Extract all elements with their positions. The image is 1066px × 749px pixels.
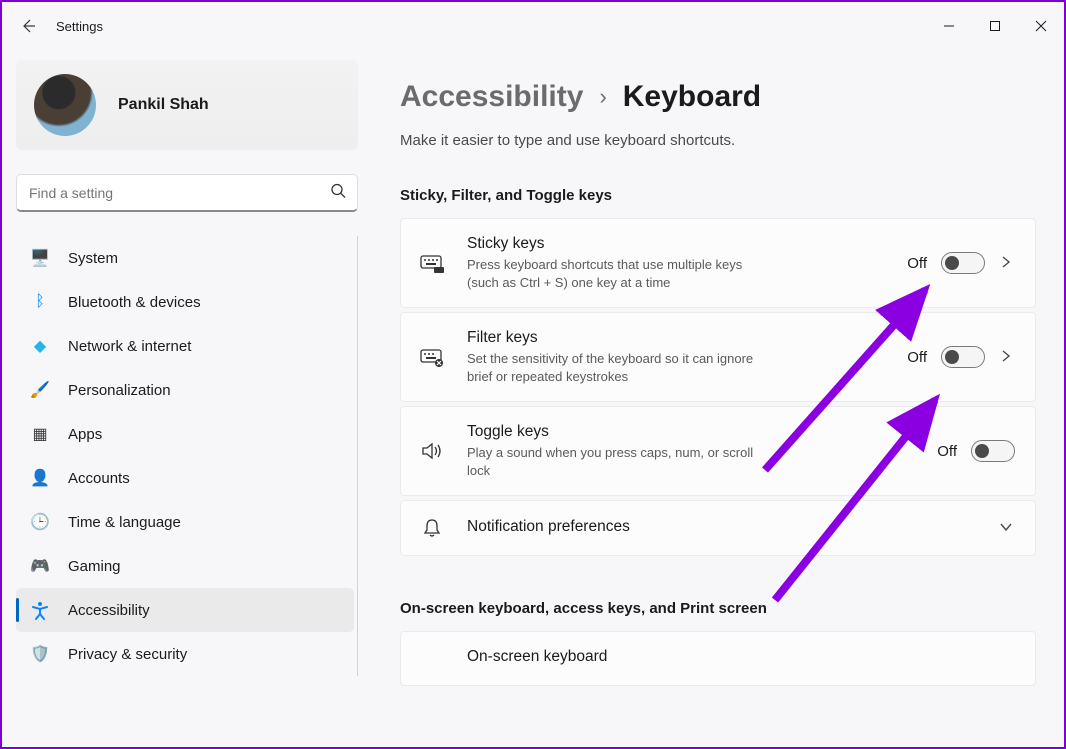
main-content: Accessibility › Keyboard Make it easier … bbox=[372, 50, 1064, 747]
titlebar-left: Settings bbox=[20, 18, 103, 34]
accounts-icon: 👤 bbox=[30, 468, 50, 488]
card-on-screen-keyboard[interactable]: On-screen keyboard bbox=[400, 631, 1036, 686]
system-icon: 🖥️ bbox=[30, 248, 50, 268]
toggle-label: Off bbox=[907, 255, 927, 272]
breadcrumb-parent[interactable]: Accessibility bbox=[400, 80, 583, 114]
card-toggle-keys[interactable]: Toggle keys Play a sound when you press c… bbox=[400, 406, 1036, 496]
close-button[interactable] bbox=[1018, 5, 1064, 47]
toggle-label: Off bbox=[907, 349, 927, 366]
sidebar-item-time-language[interactable]: 🕒 Time & language bbox=[16, 500, 354, 544]
sidebar-item-personalization[interactable]: 🖌️ Personalization bbox=[16, 368, 354, 412]
sidebar-item-label: Gaming bbox=[68, 558, 121, 575]
search-wrap bbox=[16, 174, 358, 212]
personalization-icon: 🖌️ bbox=[30, 380, 50, 400]
toggle-switch[interactable] bbox=[971, 440, 1015, 462]
maximize-button[interactable] bbox=[972, 5, 1018, 47]
breadcrumb-current: Keyboard bbox=[623, 80, 761, 114]
avatar bbox=[34, 74, 96, 136]
minimize-button[interactable] bbox=[926, 5, 972, 47]
section-title: Sticky, Filter, and Toggle keys bbox=[400, 187, 1036, 204]
card-title: Filter keys bbox=[467, 329, 885, 347]
toggle-switch[interactable] bbox=[941, 346, 985, 368]
network-internet-icon: ◆ bbox=[30, 336, 50, 356]
card-title: Toggle keys bbox=[467, 423, 915, 441]
keyboard-x-icon bbox=[419, 347, 445, 367]
card-title: On-screen keyboard bbox=[467, 648, 993, 666]
sidebar-item-accounts[interactable]: 👤 Accounts bbox=[16, 456, 354, 500]
card-description: Play a sound when you press caps, num, o… bbox=[467, 444, 767, 479]
accessibility-icon bbox=[30, 600, 50, 620]
chevron-right-icon[interactable] bbox=[999, 255, 1015, 271]
breadcrumb: Accessibility › Keyboard bbox=[400, 80, 1036, 114]
breadcrumb-separator: › bbox=[599, 84, 606, 110]
card-notification-preferences[interactable]: Notification preferences bbox=[400, 500, 1036, 556]
sidebar-item-network-internet[interactable]: ◆ Network & internet bbox=[16, 324, 354, 368]
card-description: Set the sensitivity of the keyboard so i… bbox=[467, 350, 767, 385]
sidebar-item-label: Privacy & security bbox=[68, 646, 187, 663]
profile-name: Pankil Shah bbox=[118, 96, 209, 114]
apps-icon: ▦ bbox=[30, 424, 50, 444]
page-description: Make it easier to type and use keyboard … bbox=[400, 132, 1036, 149]
section-title: On-screen keyboard, access keys, and Pri… bbox=[400, 600, 1036, 617]
card-title: Sticky keys bbox=[467, 235, 885, 253]
sidebar-item-label: Accounts bbox=[68, 470, 130, 487]
sidebar-item-label: Time & language bbox=[68, 514, 181, 531]
app-title: Settings bbox=[56, 19, 103, 34]
sidebar-item-label: Personalization bbox=[68, 382, 171, 399]
sidebar-item-label: Accessibility bbox=[68, 602, 150, 619]
bluetooth-devices-icon: ᛒ bbox=[30, 292, 50, 312]
sidebar-nav: 🖥️ System ᛒ Bluetooth & devices ◆ Network & i… bbox=[16, 236, 358, 676]
sidebar-item-system[interactable]: 🖥️ System bbox=[16, 236, 354, 280]
gaming-icon: 🎮 bbox=[30, 556, 50, 576]
card-title: Notification preferences bbox=[467, 518, 977, 536]
chevron-down-icon[interactable] bbox=[999, 520, 1015, 536]
sound-icon bbox=[419, 441, 445, 461]
sidebar-item-accessibility[interactable]: Accessibility bbox=[16, 588, 354, 632]
search-icon[interactable] bbox=[330, 183, 346, 204]
sidebar: Pankil Shah 🖥️ System ᛒ Bluetooth & devices… bbox=[2, 50, 372, 747]
profile-card[interactable]: Pankil Shah bbox=[16, 60, 358, 150]
sidebar-item-label: Bluetooth & devices bbox=[68, 294, 201, 311]
bell-icon bbox=[419, 517, 445, 539]
chevron-right-icon[interactable] bbox=[999, 349, 1015, 365]
card-filter-keys[interactable]: Filter keys Set the sensitivity of the ke… bbox=[400, 312, 1036, 402]
sidebar-item-privacy-security[interactable]: 🛡️ Privacy & security bbox=[16, 632, 354, 676]
card-sticky-keys[interactable]: Sticky keys Press keyboard shortcuts that… bbox=[400, 218, 1036, 308]
keyboard-icon bbox=[419, 253, 445, 273]
sidebar-item-gaming[interactable]: 🎮 Gaming bbox=[16, 544, 354, 588]
sidebar-item-label: Apps bbox=[68, 426, 102, 443]
search-input[interactable] bbox=[16, 174, 358, 212]
time-language-icon: 🕒 bbox=[30, 512, 50, 532]
sidebar-item-bluetooth-devices[interactable]: ᛒ Bluetooth & devices bbox=[16, 280, 354, 324]
titlebar: Settings bbox=[2, 2, 1064, 50]
toggle-label: Off bbox=[937, 443, 957, 460]
sidebar-item-label: System bbox=[68, 250, 118, 267]
back-button[interactable] bbox=[20, 18, 36, 34]
sidebar-item-apps[interactable]: ▦ Apps bbox=[16, 412, 354, 456]
sidebar-item-label: Network & internet bbox=[68, 338, 191, 355]
window-controls bbox=[926, 5, 1064, 47]
toggle-switch[interactable] bbox=[941, 252, 985, 274]
privacy-security-icon: 🛡️ bbox=[30, 644, 50, 664]
card-description: Press keyboard shortcuts that use multip… bbox=[467, 256, 767, 291]
